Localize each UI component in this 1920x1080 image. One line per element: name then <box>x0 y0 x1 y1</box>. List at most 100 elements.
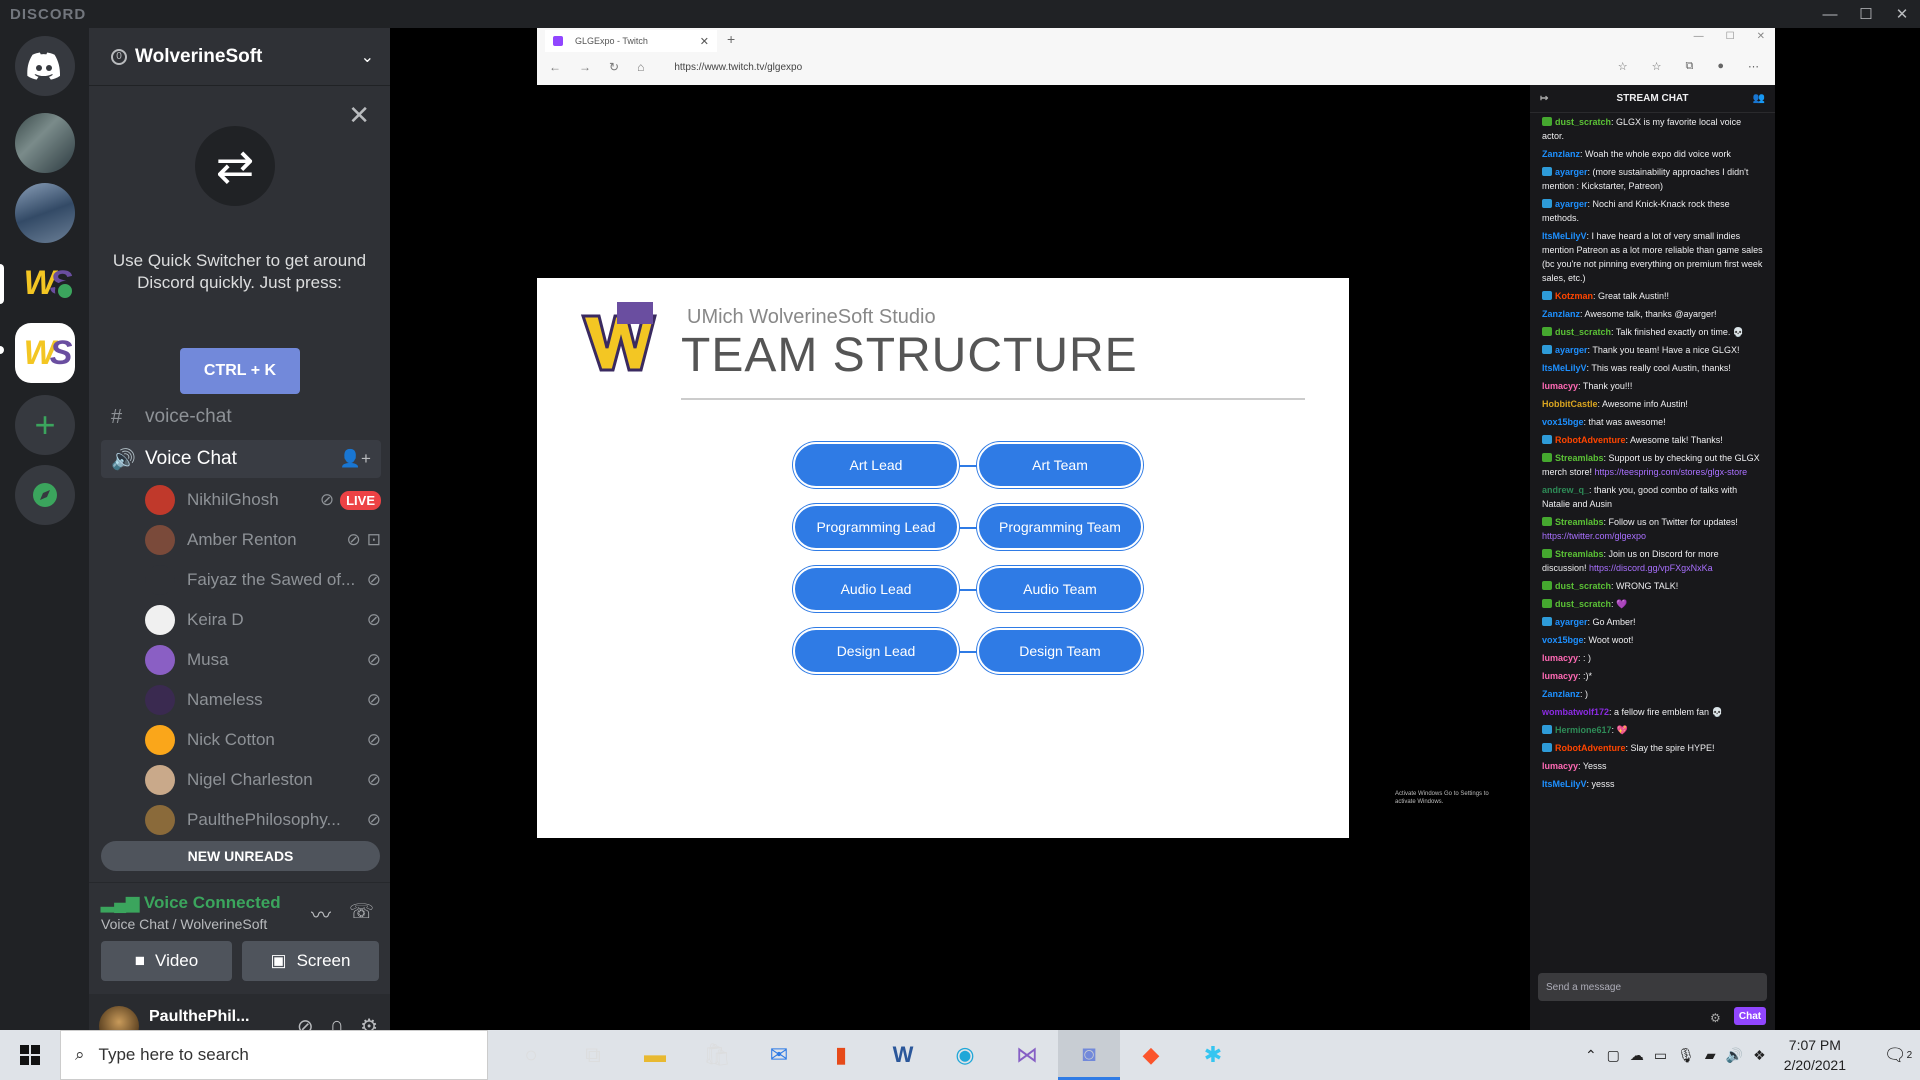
chat-link: https://twitter.com/glgexpo <box>1542 531 1647 541</box>
chevron-down-icon[interactable]: ⌄ <box>361 47 374 67</box>
chat-badge-icon <box>1542 599 1552 608</box>
close-icon[interactable]: ✕ <box>348 100 370 131</box>
microsoft-store-icon[interactable]: 🛍 <box>686 1030 748 1080</box>
voice-user[interactable]: Faiyaz the Sawed of... ⊘ <box>145 560 381 600</box>
new-unreads-button[interactable]: NEW UNREADS <box>101 841 380 871</box>
voice-user-name: Nameless <box>187 690 263 709</box>
slack-icon[interactable]: ✱ <box>1182 1030 1244 1080</box>
invite-user-icon[interactable]: 👤+ <box>340 449 371 469</box>
chevron-up-icon[interactable]: ⌃ <box>1585 1047 1597 1064</box>
chat-username: ayarger <box>1555 345 1588 355</box>
chat-text: : 💖 <box>1611 725 1628 735</box>
chat-username: ItsMeLilyV <box>1542 363 1587 373</box>
chat-username: dust_scratch <box>1555 599 1612 609</box>
volume-icon[interactable]: 🔊 <box>1726 1047 1743 1064</box>
chat-message: ItsMeLilyV: yesss <box>1542 777 1763 791</box>
server-icon-1[interactable] <box>15 113 75 173</box>
chat-text: : : ) <box>1578 653 1592 663</box>
chat-username: Streamlabs <box>1555 517 1604 527</box>
visual-studio-icon[interactable]: ⋈ <box>996 1030 1058 1080</box>
channel-voice-chat-text[interactable]: # voice-chat <box>101 398 381 436</box>
task-view-icon[interactable]: ⧉ <box>562 1030 624 1080</box>
microphone-icon[interactable]: 🎙 <box>1677 1047 1695 1064</box>
disconnect-call-icon[interactable]: ☏ <box>349 899 374 928</box>
voice-user[interactable]: Amber Renton ⊘ ⊡ <box>145 520 381 560</box>
brave-icon[interactable]: ◆ <box>1120 1030 1182 1080</box>
chat-badge-icon <box>1542 581 1552 590</box>
voice-user[interactable]: PaulthePhilosophy... ⊘ <box>145 800 381 840</box>
mail-icon[interactable]: ✉ <box>748 1030 810 1080</box>
server-icon-2[interactable] <box>15 183 75 243</box>
cortana-icon[interactable]: ○ <box>500 1030 562 1080</box>
chat-send-button: Chat <box>1734 1007 1766 1025</box>
voice-speaker-icon <box>55 281 75 301</box>
avatar <box>145 725 175 755</box>
network-icon[interactable]: ▭ <box>1654 1047 1667 1064</box>
voice-user[interactable]: Musa ⊘ <box>145 640 381 680</box>
active-server-pill <box>0 264 4 304</box>
tab-title: GLGExpo - Twitch <box>575 36 648 46</box>
app-brand: DISCORD <box>10 6 87 23</box>
chat-username: ItsMeLilyV <box>1542 779 1587 789</box>
close-icon[interactable]: ✕ <box>1884 0 1920 28</box>
presentation-slide: UMich WolverineSoft Studio TEAM STRUCTUR… <box>537 278 1489 838</box>
dropbox-icon[interactable]: ❖ <box>1753 1047 1766 1064</box>
live-badge: LIVE <box>340 490 381 510</box>
channel-voice-chat[interactable]: 🔊 Voice Chat 👤+ <box>101 440 381 478</box>
username: PaulthePhil... <box>149 1008 250 1025</box>
taskbar-clock[interactable]: 7:07 PM 2/20/2021 <box>1784 1035 1846 1075</box>
wolverinesoft-logo-icon: WS <box>23 333 73 372</box>
voice-user[interactable]: Nameless ⊘ <box>145 680 381 720</box>
file-explorer-icon[interactable]: ▬ <box>624 1030 686 1080</box>
discord-taskbar-icon[interactable]: ◙ <box>1058 1030 1120 1080</box>
address-bar-row: ← → ↻ ⌂ https://www.twitch.tv/glgexpo ☆ ☆ ⧉ ● ⋯ <box>537 52 1775 82</box>
chat-text: : Great talk Austin!! <box>1593 291 1670 301</box>
noise-suppression-icon[interactable]: 〰 <box>311 899 331 928</box>
chat-text: : 💜 <box>1611 599 1628 609</box>
server-icon-wolverinesoft[interactable]: WS <box>15 323 75 383</box>
chat-text: : Yesss <box>1578 761 1607 771</box>
chat-message: ayarger: Thank you team! Have a nice GLG… <box>1542 343 1763 357</box>
voice-connected-status[interactable]: ▂▄▆ Voice Connected <box>101 893 281 913</box>
chat-username: andrew_q_ <box>1542 485 1590 495</box>
minimize-icon[interactable]: — <box>1812 0 1848 28</box>
clock-time: 7:07 PM <box>1788 1037 1841 1053</box>
chat-badge-icon <box>1542 435 1552 444</box>
avatar <box>145 605 175 635</box>
chat-text: : :)* <box>1578 671 1593 681</box>
chat-message: dust_scratch: GLGX is my favorite local … <box>1542 115 1763 143</box>
system-tray: ⌃ ▢ ☁ ▭ 🎙 ▰ 🔊 ❖ 7:07 PM 2/20/2021 🗨 2 <box>1585 1030 1920 1080</box>
chat-message: Zanzlanz: ) <box>1542 687 1763 701</box>
windows-start-button[interactable] <box>0 1030 60 1080</box>
add-server-button[interactable]: + <box>15 395 75 455</box>
notification-center-icon[interactable]: 🗨 2 <box>1876 1045 1920 1066</box>
meet-now-icon[interactable]: ▢ <box>1607 1047 1620 1064</box>
taskbar-search-box[interactable]: ⌕ Type here to search <box>60 1030 488 1080</box>
home-button[interactable] <box>15 36 75 96</box>
quick-switcher-button[interactable]: CTRL + K <box>180 348 300 394</box>
discord-logo-icon <box>27 52 61 80</box>
voice-user[interactable]: Keira D ⊘ <box>145 600 381 640</box>
mic-muted-icon: ⊘ <box>366 570 381 589</box>
team-box-lead: Art Lead <box>793 442 959 488</box>
server-header[interactable]: 0 WolverineSoft ⌄ <box>89 28 390 86</box>
word-icon[interactable]: W <box>872 1030 934 1080</box>
activate-windows-watermark: Activate Windows Go to Settings to activ… <box>1395 791 1489 805</box>
voice-user[interactable]: Nick Cotton ⊘ <box>145 720 381 760</box>
explore-servers-button[interactable] <box>15 465 75 525</box>
battery-icon[interactable]: ▰ <box>1705 1047 1716 1064</box>
voice-location[interactable]: Voice Chat / WolverineSoft <box>101 916 267 932</box>
twitch-stream-chat: ↦ STREAM CHAT 👥 dust_scratch: GLGX is my… <box>1530 85 1775 1030</box>
office-icon[interactable]: ▮ <box>810 1030 872 1080</box>
team-box-lead: Programming Lead <box>793 504 959 550</box>
channel-name: voice-chat <box>145 406 232 427</box>
maximize-icon[interactable]: ☐ <box>1848 0 1884 28</box>
voice-user[interactable]: Nigel Charleston ⊘ <box>145 760 381 800</box>
stream-view[interactable]: GLGExpo - Twitch ✕ + — ☐ ✕ ← → ↻ ⌂ https://ww… <box>390 28 1920 1030</box>
onedrive-icon[interactable]: ☁ <box>1630 1047 1644 1064</box>
voice-user[interactable]: NikhilGhosh ⊘ LIVE <box>145 480 381 520</box>
video-button[interactable]: ■ Video <box>101 941 232 981</box>
edge-icon[interactable]: ◉ <box>934 1030 996 1080</box>
chat-message: dust_scratch: 💜 <box>1542 597 1763 611</box>
screen-share-button[interactable]: ▣ Screen <box>242 941 379 981</box>
